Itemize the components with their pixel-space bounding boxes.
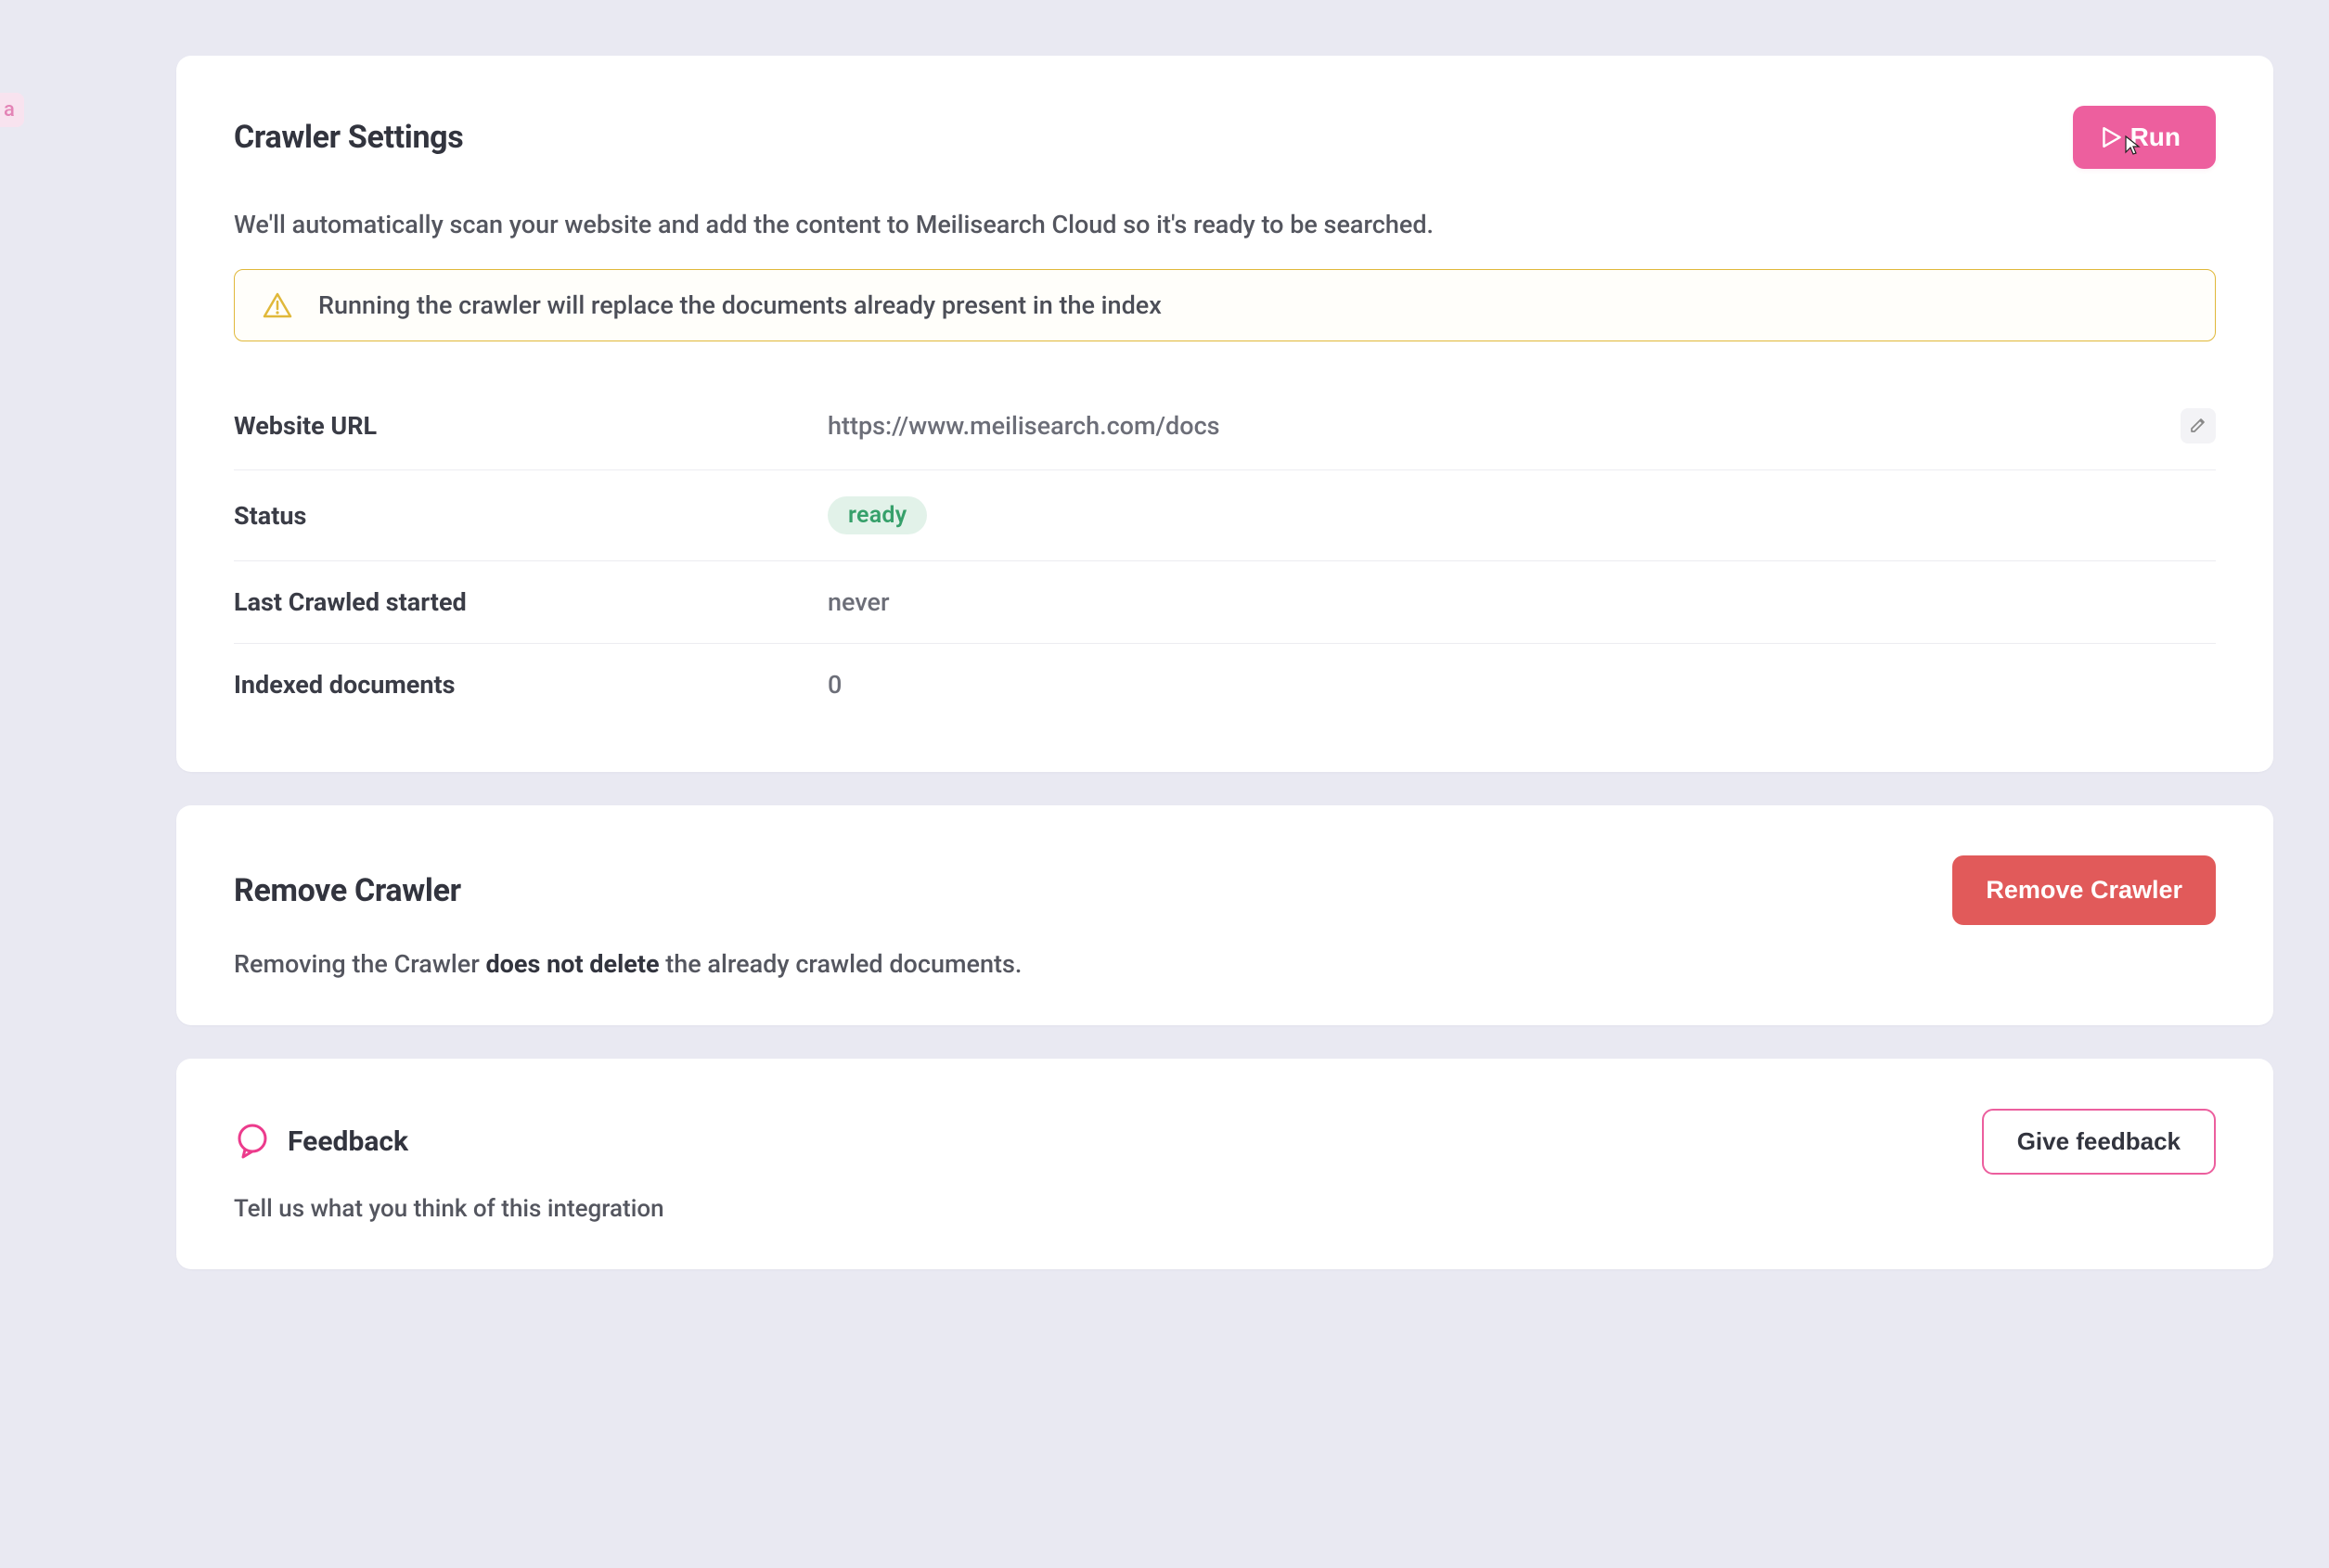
remove-desc-bold: does not delete	[485, 949, 659, 979]
status-label: Status	[234, 501, 828, 531]
crawler-settings-title: Crawler Settings	[234, 119, 463, 156]
last-crawled-value: never	[828, 587, 2216, 617]
feedback-card: Feedback Give feedback Tell us what you …	[176, 1059, 2273, 1269]
left-edge-tag: a	[0, 93, 24, 127]
last-crawled-label: Last Crawled started	[234, 587, 828, 617]
feedback-title: Feedback	[288, 1125, 408, 1158]
chat-bubble-icon	[234, 1122, 271, 1163]
play-icon	[2103, 127, 2121, 148]
status-badge: ready	[828, 496, 927, 534]
warning-icon	[263, 290, 292, 320]
remove-desc-suffix: the already crawled documents.	[660, 949, 1023, 979]
crawler-warning-text: Running the crawler will replace the doc…	[318, 290, 1162, 320]
row-indexed-documents: Indexed documents 0	[234, 644, 2216, 726]
indexed-documents-label: Indexed documents	[234, 670, 828, 700]
website-url-label: Website URL	[234, 411, 828, 441]
row-last-crawled: Last Crawled started never	[234, 561, 2216, 644]
crawler-settings-desc: We'll automatically scan your website an…	[234, 210, 2216, 239]
website-url-value: https://www.meilisearch.com/docs	[828, 411, 2181, 441]
run-button-label: Run	[2130, 122, 2181, 152]
feedback-desc: Tell us what you think of this integrati…	[234, 1195, 2216, 1223]
give-feedback-button[interactable]: Give feedback	[1982, 1109, 2216, 1175]
crawler-settings-card: Crawler Settings Run We'll automatically…	[176, 56, 2273, 772]
run-button[interactable]: Run	[2073, 106, 2216, 169]
remove-crawler-desc: Removing the Crawler does not delete the…	[234, 949, 2216, 979]
pencil-icon	[2189, 416, 2207, 437]
remove-crawler-card: Remove Crawler Remove Crawler Removing t…	[176, 805, 2273, 1025]
remove-crawler-button[interactable]: Remove Crawler	[1952, 855, 2216, 925]
indexed-documents-value: 0	[828, 670, 2216, 700]
remove-desc-prefix: Removing the Crawler	[234, 949, 485, 979]
row-website-url: Website URL https://www.meilisearch.com/…	[234, 382, 2216, 470]
edit-website-url-button[interactable]	[2181, 408, 2216, 443]
crawler-warning-alert: Running the crawler will replace the doc…	[234, 269, 2216, 341]
row-status: Status ready	[234, 470, 2216, 561]
remove-crawler-title: Remove Crawler	[234, 872, 461, 909]
